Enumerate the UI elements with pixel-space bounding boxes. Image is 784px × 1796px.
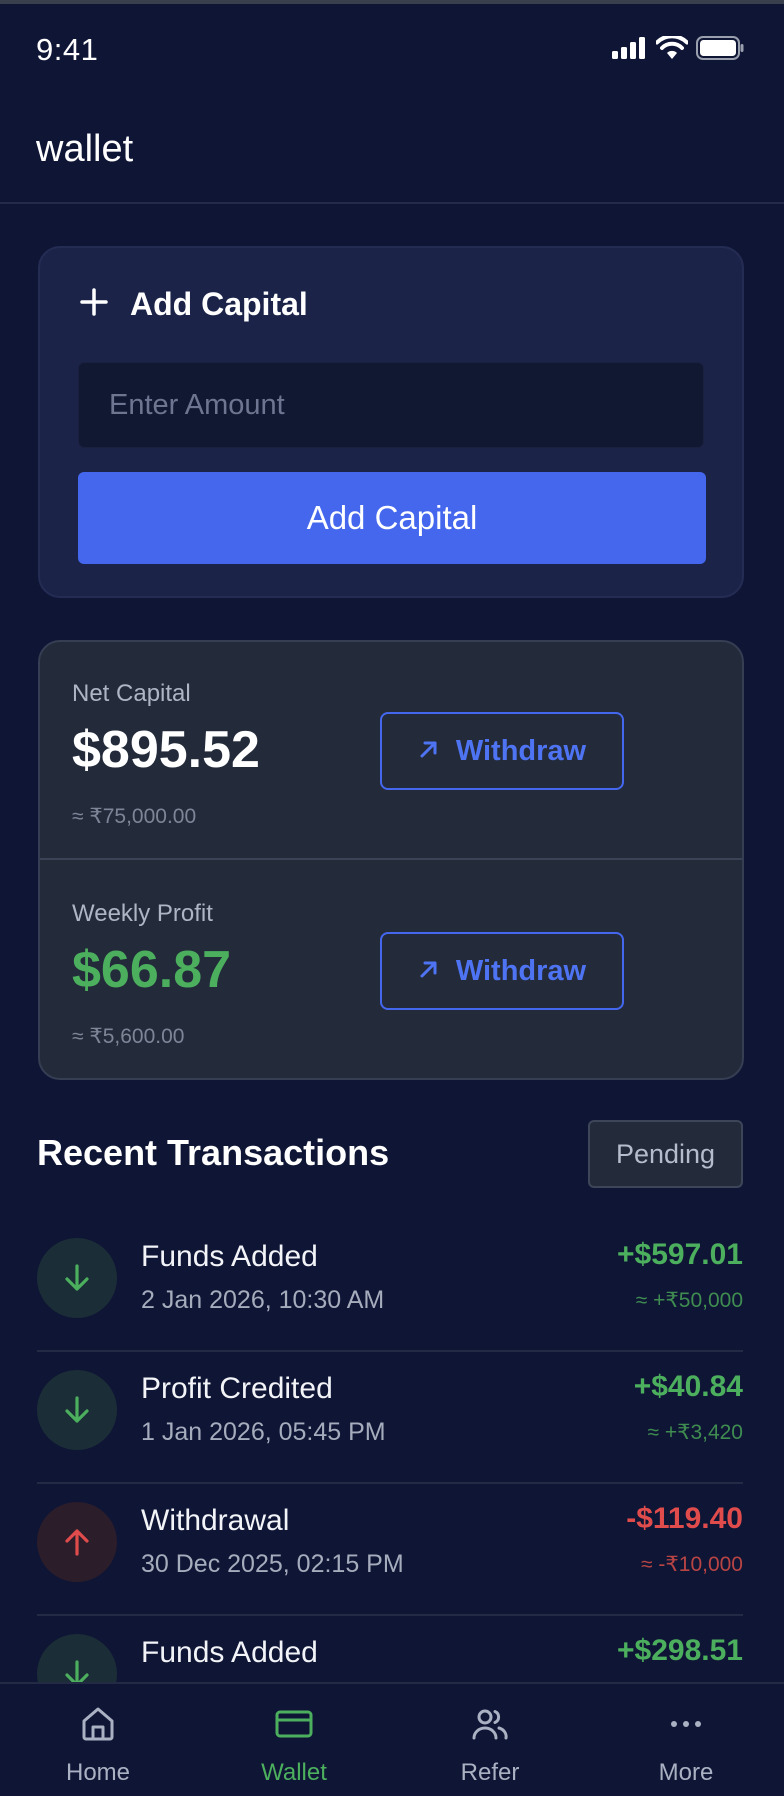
nav-refer-label: Refer [460, 1759, 520, 1786]
arrow-down-icon [37, 1238, 117, 1318]
transaction-date: 1 Jan 2026, 05:45 PM [141, 1418, 386, 1446]
nav-more-label: More [658, 1759, 714, 1786]
bottom-nav: Home Wallet Refer More [0, 1682, 784, 1796]
transaction-amount: +$298.51 [617, 1634, 743, 1667]
wallet-screen: 9:41 wallet Add Capital Enter Amount Add… [0, 0, 784, 1796]
weekly-profit-section: Weekly Profit $66.87 ≈ ₹5,600.00 Withdra… [40, 862, 742, 1078]
transaction-row[interactable]: Profit Credited 1 Jan 2026, 05:45 PM +$4… [37, 1352, 743, 1484]
net-capital-section: Net Capital $895.52 ≈ ₹75,000.00 Withdra… [40, 642, 742, 860]
wallet-icon [274, 1704, 314, 1749]
top-edge [0, 0, 784, 4]
net-capital-approx: ≈ ₹75,000.00 [72, 805, 197, 828]
wifi-icon [655, 34, 689, 65]
nav-more[interactable]: More [588, 1684, 784, 1796]
withdraw-profit-button[interactable]: Withdraw [380, 932, 624, 1010]
nav-home[interactable]: Home [0, 1684, 196, 1796]
pending-button[interactable]: Pending [588, 1120, 743, 1188]
nav-wallet-label: Wallet [261, 1759, 327, 1786]
users-icon [470, 1704, 510, 1749]
transaction-list: Funds Added 2 Jan 2026, 10:30 AM +$597.0… [37, 1220, 743, 1684]
add-capital-header: Add Capital [80, 286, 308, 323]
withdraw-capital-label: Withdraw [455, 734, 587, 767]
weekly-profit-approx: ≈ ₹5,600.00 [72, 1025, 185, 1048]
transaction-title: Funds Added [141, 1240, 318, 1273]
weekly-profit-label: Weekly Profit [72, 900, 213, 927]
transaction-amount: -$119.40 [626, 1502, 743, 1535]
transaction-row[interactable]: Funds Added +$298.51 [37, 1616, 743, 1684]
transaction-row[interactable]: Withdrawal 30 Dec 2025, 02:15 PM -$119.4… [37, 1484, 743, 1616]
net-capital-value: $895.52 [72, 721, 260, 779]
transaction-approx: ≈ +₹3,420 [647, 1421, 743, 1444]
transaction-amount: +$40.84 [633, 1370, 743, 1403]
add-capital-title: Add Capital [130, 286, 308, 322]
transaction-approx: ≈ -₹10,000 [641, 1553, 743, 1576]
app-header: wallet [0, 100, 784, 204]
transaction-date: 2 Jan 2026, 10:30 AM [141, 1286, 385, 1314]
recent-transactions-title: Recent Transactions [37, 1132, 390, 1173]
withdraw-profit-label: Withdraw [455, 954, 587, 987]
amount-input[interactable] [78, 362, 704, 448]
status-icons [612, 34, 744, 65]
arrow-up-right-icon [418, 735, 440, 768]
nav-refer[interactable]: Refer [392, 1684, 588, 1796]
page-title: wallet [36, 128, 134, 170]
nav-home-label: Home [65, 1759, 131, 1786]
arrow-down-icon [37, 1634, 117, 1684]
transaction-title: Funds Added [141, 1636, 318, 1669]
transaction-row[interactable]: Funds Added 2 Jan 2026, 10:30 AM +$597.0… [37, 1220, 743, 1352]
nav-wallet[interactable]: Wallet [196, 1684, 392, 1796]
transaction-approx: ≈ +₹50,000 [635, 1289, 743, 1312]
arrow-up-icon [37, 1502, 117, 1582]
transaction-title: Profit Credited [141, 1372, 333, 1405]
net-capital-label: Net Capital [72, 680, 191, 707]
withdraw-capital-button[interactable]: Withdraw [380, 712, 624, 790]
more-icon [666, 1704, 706, 1749]
weekly-profit-value: $66.87 [72, 941, 232, 999]
transaction-date: 30 Dec 2025, 02:15 PM [141, 1550, 404, 1578]
status-time: 9:41 [36, 32, 99, 67]
transaction-amount: +$597.01 [617, 1238, 743, 1271]
add-capital-button[interactable]: Add Capital [78, 472, 706, 564]
arrow-up-right-icon [418, 955, 440, 988]
balances-card: Net Capital $895.52 ≈ ₹75,000.00 Withdra… [38, 640, 744, 1080]
add-capital-card: Add Capital Add Capital [38, 246, 744, 598]
arrow-down-icon [37, 1370, 117, 1450]
battery-icon [696, 36, 744, 65]
transaction-title: Withdrawal [141, 1504, 290, 1537]
status-bar: 9:41 [0, 24, 784, 72]
home-icon [78, 1704, 118, 1749]
plus-icon [80, 288, 108, 321]
signal-icon [612, 37, 648, 64]
